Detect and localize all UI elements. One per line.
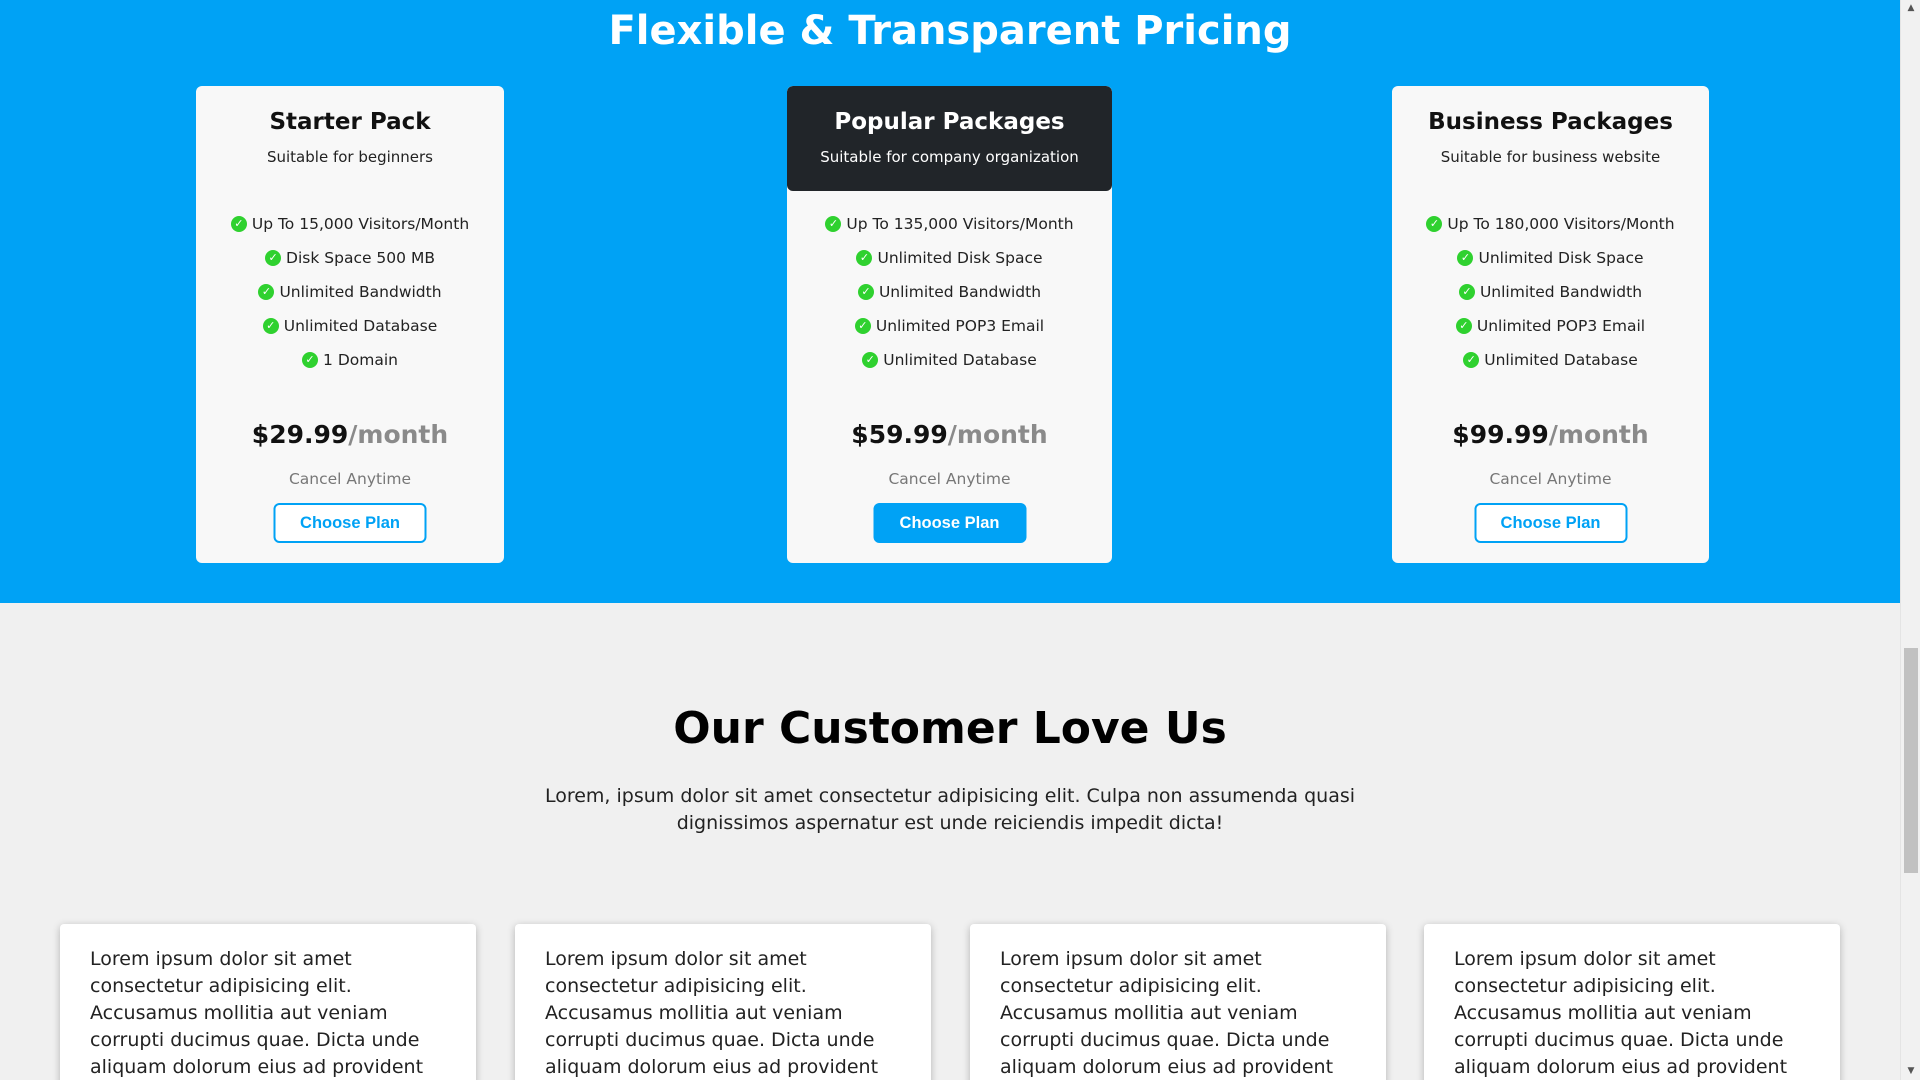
check-circle-icon: ✓ (1458, 284, 1475, 300)
plan-name: Starter Pack (269, 109, 431, 135)
plan-header: Business Packages Suitable for business … (1392, 86, 1709, 191)
plan-feature: ✓ Unlimited Bandwidth (787, 275, 1112, 309)
testimonial-card: Lorem ipsum dolor sit amet consectetur a… (1424, 924, 1840, 1080)
check-circle-icon: ✓ (1457, 250, 1474, 266)
check-circle-icon: ✓ (230, 216, 247, 232)
check-circle-icon: ✓ (1426, 216, 1443, 232)
plan-feature: ✓ Unlimited POP3 Email (1392, 309, 1709, 343)
scroll-up-arrow-icon[interactable]: ▲ (1901, 0, 1920, 17)
plan-feature: ✓ Unlimited Database (1392, 343, 1709, 377)
plan-feature: ✓ Up To 135,000 Visitors/Month (787, 207, 1112, 241)
testimonial-card: Lorem ipsum dolor sit amet consectetur a… (60, 924, 476, 1080)
check-circle-icon: ✓ (856, 250, 873, 266)
check-circle-icon: ✓ (302, 352, 319, 368)
plan-header: Starter Pack Suitable for beginners (196, 86, 504, 191)
pricing-section: Flexible & Transparent Pricing Starter P… (0, 0, 1900, 603)
plan-feature: ✓ Up To 15,000 Visitors/Month (196, 207, 504, 241)
scroll-down-arrow-icon[interactable]: ▼ (1901, 1063, 1920, 1080)
plan-price: $29.99/month (251, 420, 449, 449)
check-circle-icon: ✓ (258, 284, 275, 300)
plan-subtitle: Suitable for business website (1440, 147, 1661, 166)
testimonial-text: Lorem ipsum dolor sit amet consectetur a… (90, 948, 424, 1078)
testimonials-title: Our Customer Love Us (673, 703, 1227, 754)
plan-feature-list: ✓ Up To 180,000 Visitors/Month ✓ Unlimited… (1392, 207, 1709, 377)
plan-card-popular: Popular Packages Suitable for company or… (787, 86, 1112, 563)
testimonial-text: Lorem ipsum dolor sit amet consectetur a… (1000, 948, 1334, 1078)
testimonial-text: Lorem ipsum dolor sit amet consectetur a… (1454, 948, 1788, 1078)
check-circle-icon: ✓ (1455, 318, 1472, 334)
testimonial-card: Lorem ipsum dolor sit amet consectetur a… (515, 924, 931, 1080)
choose-plan-button[interactable]: Choose Plan (1474, 503, 1627, 543)
plan-feature: ✓ Unlimited Database (196, 309, 504, 343)
plan-feature: ✓ 1 Domain (196, 343, 504, 377)
pricing-title: Flexible & Transparent Pricing (608, 8, 1292, 54)
plan-feature: ✓ Unlimited Disk Space (1392, 241, 1709, 275)
plan-subtitle: Suitable for company organization (820, 147, 1079, 166)
plan-cancel-note: Cancel Anytime (1489, 470, 1612, 488)
plan-subtitle: Suitable for beginners (266, 147, 433, 166)
check-circle-icon: ✓ (265, 250, 282, 266)
testimonials-description: Lorem, ipsum dolor sit amet consectetur … (544, 785, 1356, 834)
plan-feature: ✓ Unlimited Bandwidth (1392, 275, 1709, 309)
plan-card-starter: Starter Pack Suitable for beginners ✓ Up … (196, 86, 504, 563)
plan-card-business: Business Packages Suitable for business … (1392, 86, 1709, 563)
plan-name: Business Packages (1428, 109, 1673, 135)
plan-price: $59.99/month (851, 420, 1048, 449)
testimonial-card: Lorem ipsum dolor sit amet consectetur a… (970, 924, 1386, 1080)
plan-feature: ✓ Unlimited Bandwidth (196, 275, 504, 309)
plan-price: $99.99/month (1452, 420, 1649, 449)
testimonial-text: Lorem ipsum dolor sit amet consectetur a… (545, 948, 879, 1078)
plan-feature: ✓ Up To 180,000 Visitors/Month (1392, 207, 1709, 241)
check-circle-icon: ✓ (825, 216, 842, 232)
check-circle-icon: ✓ (862, 352, 879, 368)
scrollbar-thumb[interactable] (1904, 648, 1918, 873)
plan-cancel-note: Cancel Anytime (288, 470, 412, 488)
check-circle-icon: ✓ (857, 284, 874, 300)
plan-header: Popular Packages Suitable for company or… (787, 86, 1112, 191)
plan-feature: ✓ Unlimited Disk Space (787, 241, 1112, 275)
plan-feature: ✓ Disk Space 500 MB (196, 241, 504, 275)
plan-feature-list: ✓ Up To 135,000 Visitors/Month ✓ Unlimited… (787, 207, 1112, 377)
check-circle-icon: ✓ (854, 318, 871, 334)
plan-feature: ✓ Unlimited Database (787, 343, 1112, 377)
plan-feature-list: ✓ Up To 15,000 Visitors/Month ✓ Disk Space… (196, 207, 504, 377)
check-circle-icon: ✓ (262, 318, 279, 334)
page-scrollbar[interactable]: ▲ ▼ (1900, 0, 1920, 1080)
plan-name: Popular Packages (834, 109, 1065, 135)
plan-cancel-note: Cancel Anytime (888, 470, 1011, 488)
plan-feature: ✓ Unlimited POP3 Email (787, 309, 1112, 343)
check-circle-icon: ✓ (1463, 352, 1480, 368)
choose-plan-button[interactable]: Choose Plan (273, 503, 427, 543)
choose-plan-button[interactable]: Choose Plan (873, 503, 1026, 543)
